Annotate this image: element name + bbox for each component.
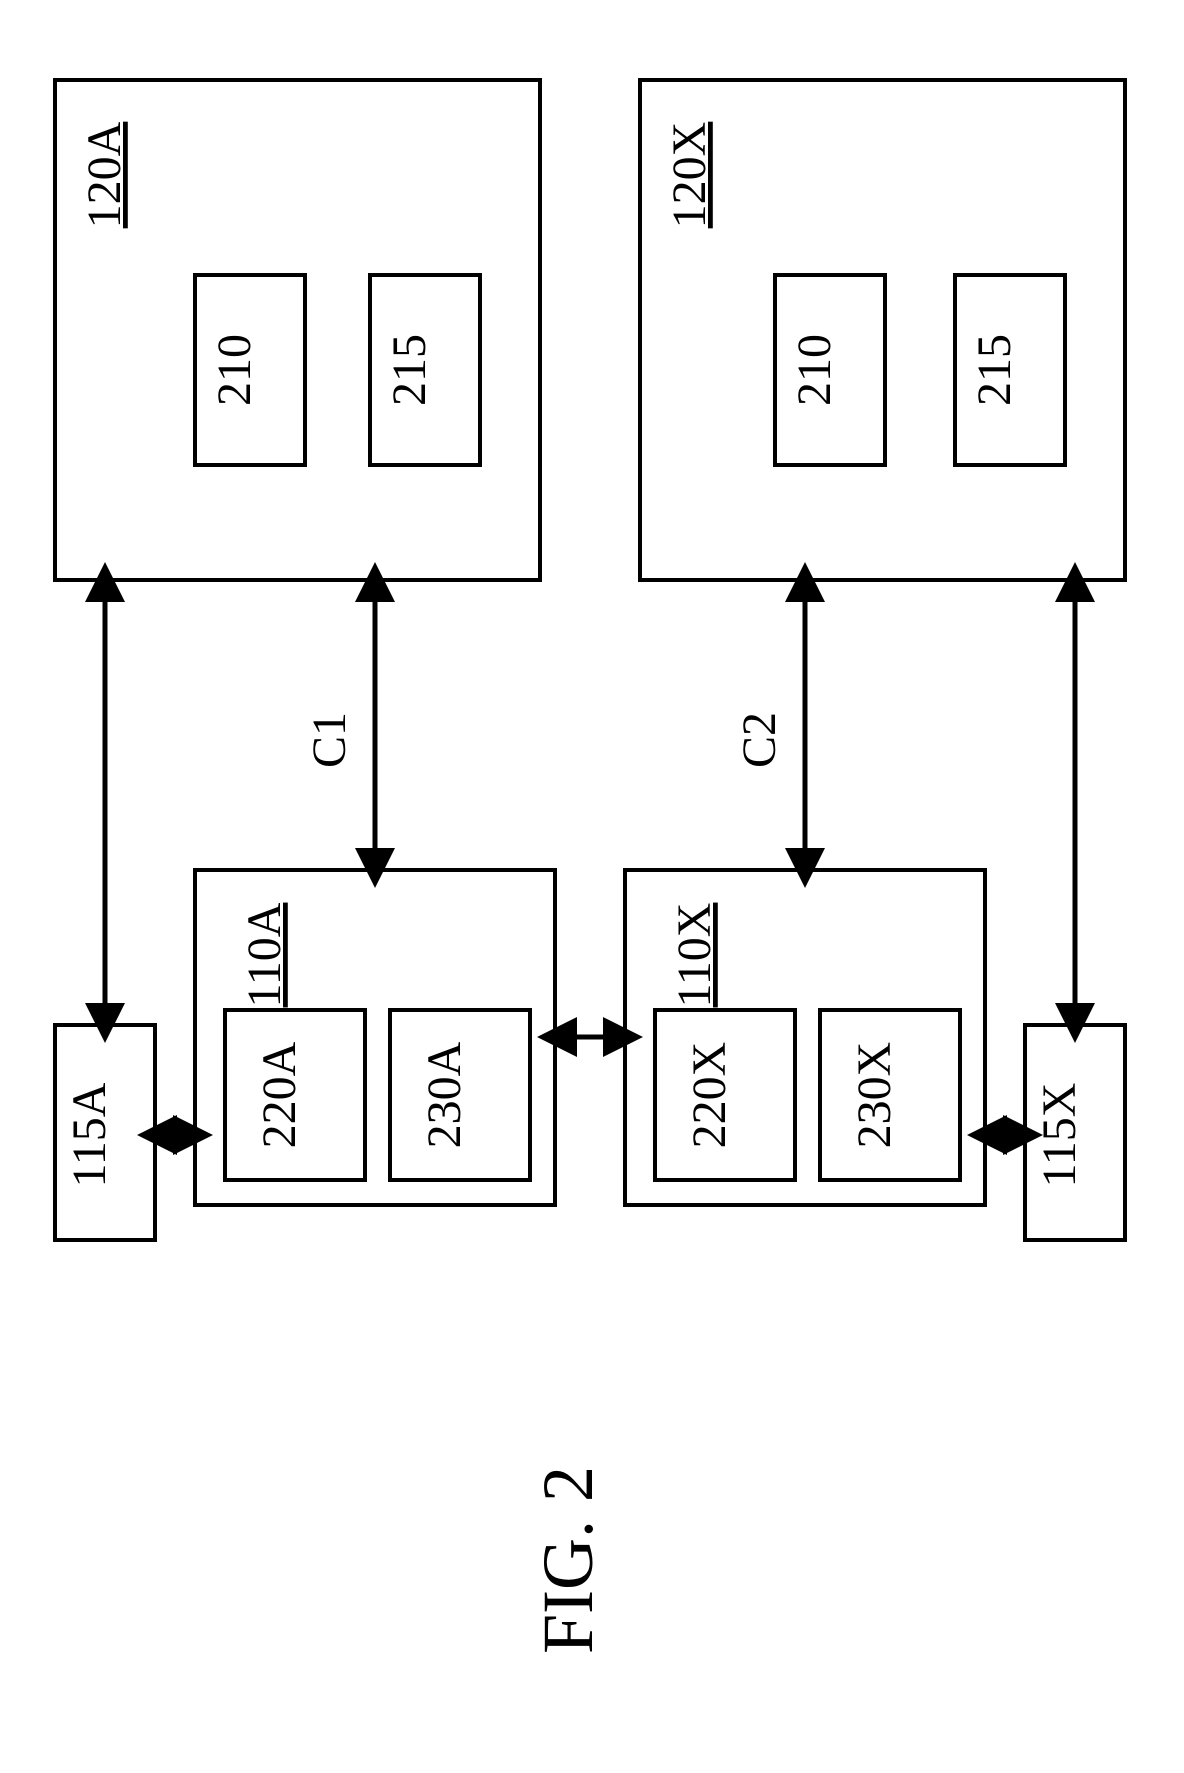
figure-label: FIG. 2 [528, 1466, 608, 1654]
label-c1: C1 [303, 712, 356, 768]
label-120a: 120A [78, 121, 131, 228]
label-230a: 230A [418, 1041, 471, 1148]
diagram: 120A 210 215 110A 220A 230A 115A C1 120X… [0, 0, 1184, 1773]
label-230x: 230X [848, 1042, 901, 1149]
label-120x: 120X [663, 122, 716, 229]
label-110a: 110A [238, 902, 291, 1007]
label-220x: 220X [683, 1042, 736, 1149]
label-215-left: 215 [383, 334, 436, 406]
label-115a: 115A [63, 1082, 116, 1187]
label-c2: C2 [733, 712, 786, 768]
label-210-right: 210 [788, 334, 841, 406]
label-110x: 110X [668, 903, 721, 1008]
label-115x: 115X [1033, 1083, 1086, 1188]
label-220a: 220A [253, 1041, 306, 1148]
label-215-right: 215 [968, 334, 1021, 406]
label-210-left: 210 [208, 334, 261, 406]
